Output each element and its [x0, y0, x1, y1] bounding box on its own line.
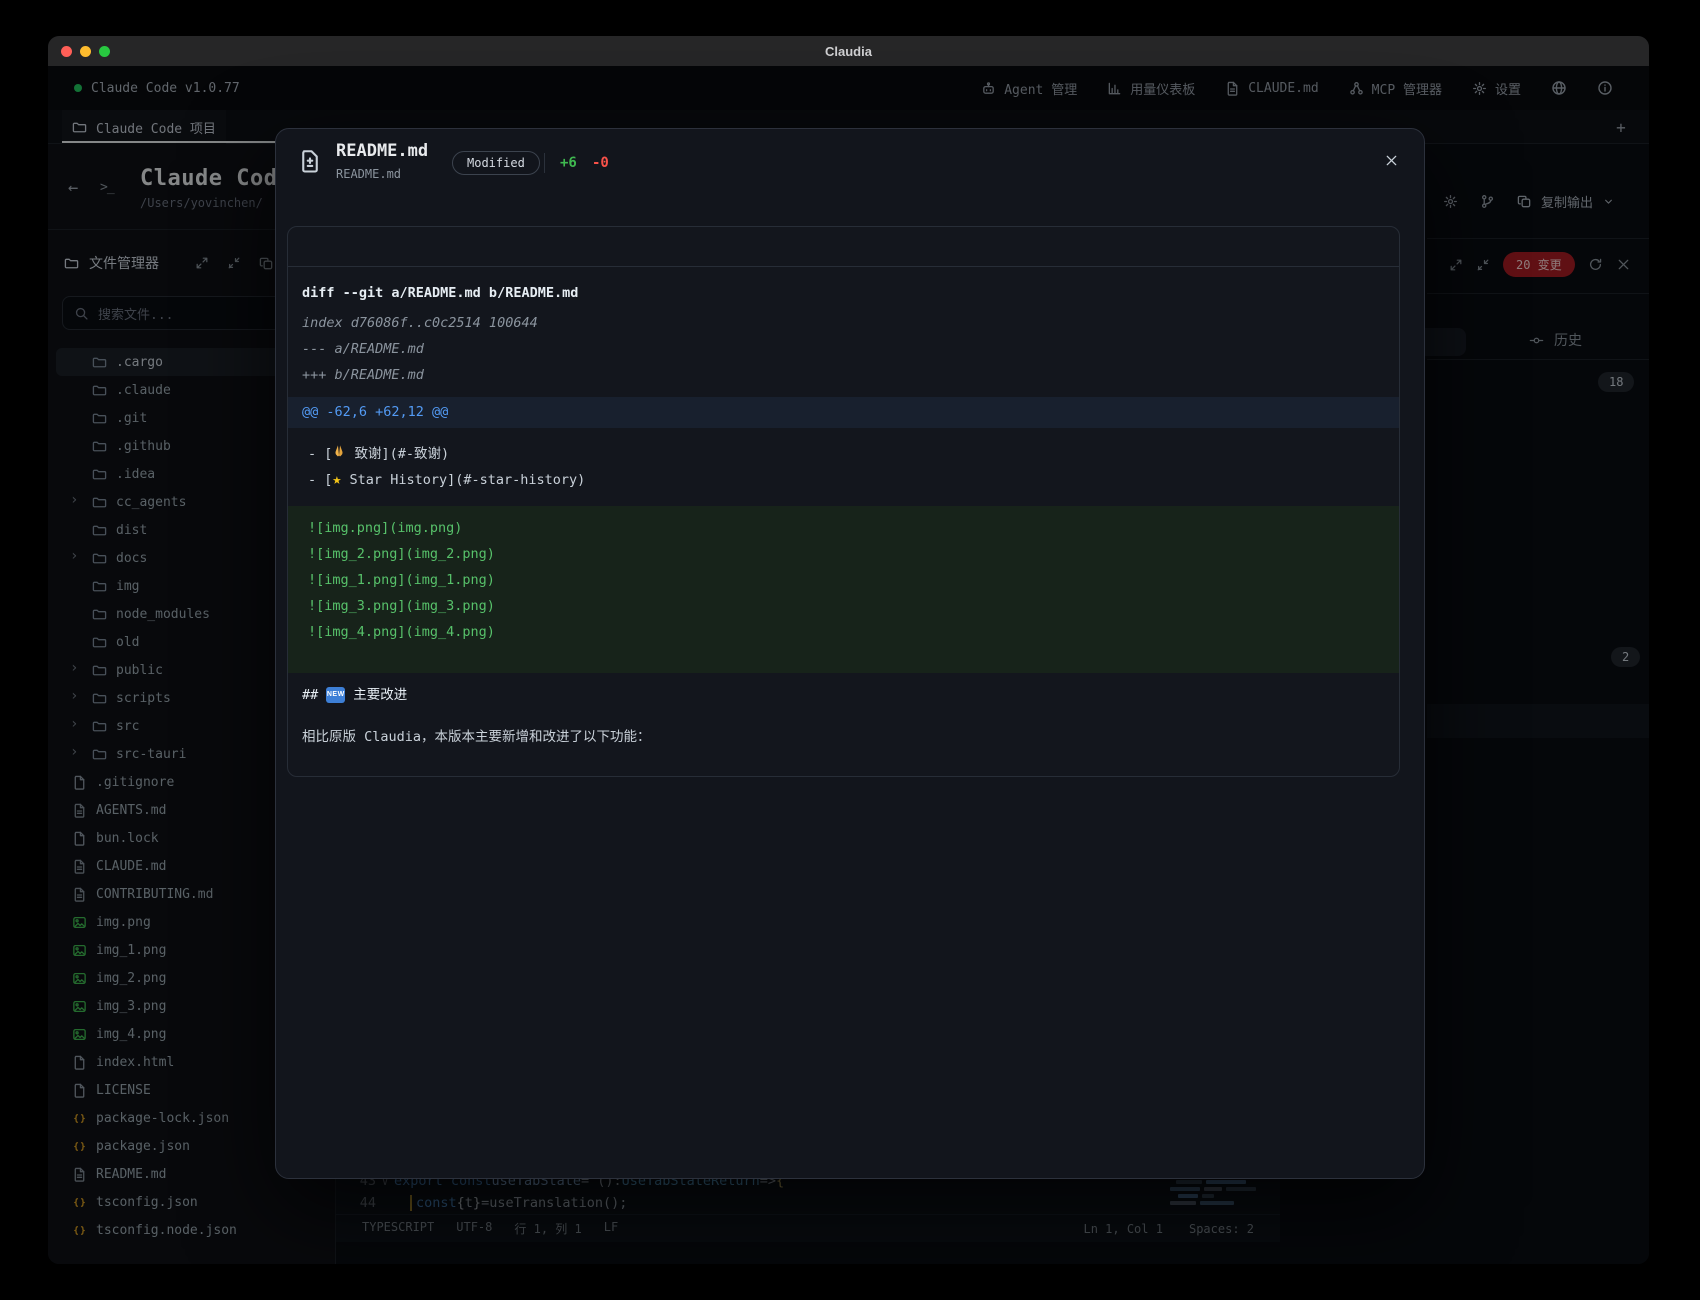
macos-titlebar: Claudia	[48, 36, 1649, 66]
diff-meta-line: +++ b/README.md	[302, 365, 1399, 385]
diff-card: diff --git a/README.md b/README.md index…	[287, 226, 1400, 777]
diff-meta-lines: index d76086f..c0c2514 100644 --- a/READM…	[288, 303, 1399, 385]
diff-git-line: diff --git a/README.md b/README.md	[288, 267, 1399, 303]
diff-context-line: - [ 致谢](#-致谢)	[308, 442, 1399, 467]
additions-count: +6	[560, 155, 577, 171]
divider	[544, 153, 545, 173]
close-modal-icon[interactable]	[1384, 153, 1402, 171]
diff-modal: README.md README.md Modified +6 -0 diff …	[275, 128, 1425, 1179]
diff-added-line: ![img_3.png](img_3.png)	[308, 593, 1399, 619]
diff-context-lines: - [ 致谢](#-致谢)- [★ Star History](#-star-h…	[288, 428, 1399, 492]
new-emoji: NEW	[326, 687, 345, 703]
close-window-button[interactable]	[61, 46, 72, 57]
diff-content: diff --git a/README.md b/README.md index…	[288, 267, 1399, 747]
diff-meta-line: index d76086f..c0c2514 100644	[302, 313, 1399, 333]
minimize-window-button[interactable]	[80, 46, 91, 57]
diff-added-lines: ![img.png](img.png)![img_2.png](img_2.pn…	[288, 506, 1399, 673]
diff-hunk-header: @@ -62,6 +62,12 @@	[288, 397, 1399, 428]
diff-meta-line: --- a/README.md	[302, 339, 1399, 359]
diff-added-line: ![img_4.png](img_4.png)	[308, 619, 1399, 645]
folded-hands-emoji	[332, 446, 346, 462]
file-diff-icon	[298, 149, 322, 173]
diff-tail-line: 相比原版 Claudia，本版本主要新增和改进了以下功能：	[288, 703, 1399, 747]
zoom-window-button[interactable]	[99, 46, 110, 57]
diff-card-header	[288, 227, 1399, 267]
diff-modal-header: README.md README.md Modified +6 -0	[276, 129, 1424, 199]
diff-added-line: ![img.png](img.png)	[308, 515, 1399, 541]
diff-context-line: - [★ Star History](#-star-history)	[308, 467, 1399, 492]
diff-heading-line: ##NEW主要改进	[288, 673, 1399, 703]
diff-added-line: ![img_2.png](img_2.png)	[308, 541, 1399, 567]
modified-badge: Modified	[452, 151, 540, 175]
window-title: Claudia	[825, 44, 872, 59]
deletions-count: -0	[592, 155, 609, 171]
diff-file-path: README.md	[336, 167, 401, 181]
star-emoji: ★	[332, 470, 341, 488]
diff-file-name: README.md	[336, 141, 428, 161]
diff-added-line: ![img_1.png](img_1.png)	[308, 567, 1399, 593]
app-window: Claudia Claude Code v1.0.77 Agent 管理用量仪表…	[48, 36, 1649, 1264]
